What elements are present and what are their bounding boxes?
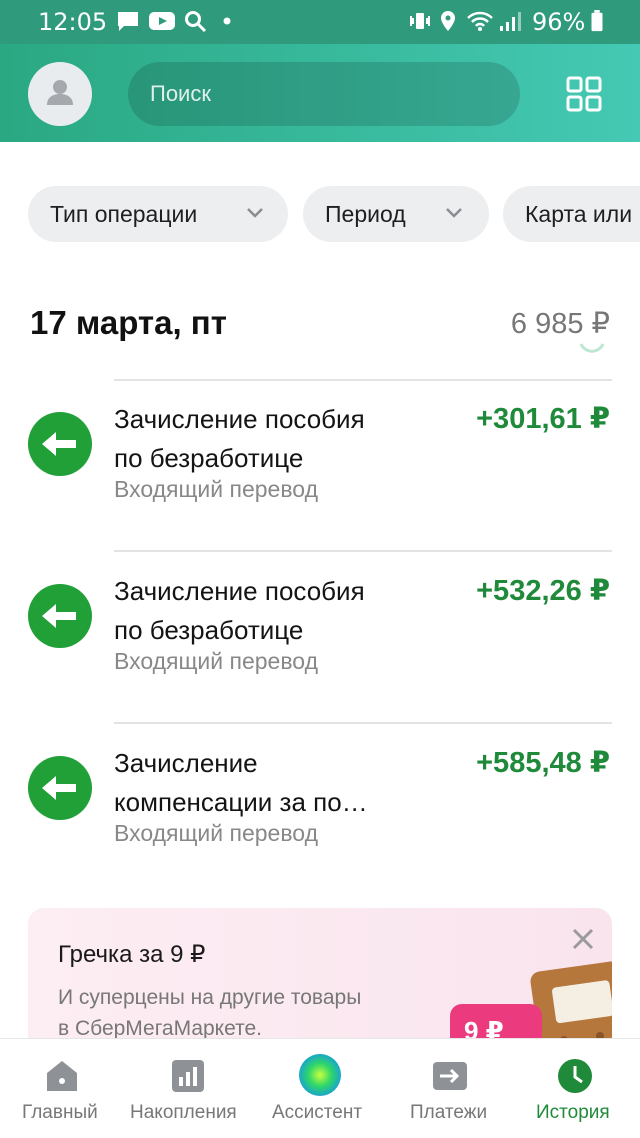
youtube-icon [149, 12, 175, 30]
transaction-row[interactable]: Зачисление пособия по безработице Входящ… [0, 575, 640, 734]
battery-icon [591, 10, 603, 32]
day-date: 17 марта, пт [30, 304, 227, 341]
filter-label: Карта или [525, 201, 633, 227]
transaction-amount: +301,61 ₽ [476, 403, 610, 435]
history-clock-icon [558, 1059, 592, 1093]
promo-text-line: И суперцены на другие товары [58, 986, 362, 1009]
assistant-orb-icon [299, 1054, 341, 1096]
promo-title: Гречка за 9 ₽ [58, 941, 206, 968]
tab-payments[interactable]: Платежи [388, 1039, 514, 1138]
signal-icon [500, 12, 521, 31]
transaction-title-line: Зачисление [114, 748, 258, 778]
search-status-icon [185, 11, 207, 32]
tab-home[interactable]: Главный [0, 1039, 124, 1138]
filter-card[interactable]: Карта или [503, 186, 640, 242]
day-total: 6 985 ₽ [510, 308, 610, 340]
message-icon [118, 12, 138, 31]
promo-banner[interactable]: Гречка за 9 ₽ И суперцены на другие това… [28, 908, 612, 1058]
transaction-type: Входящий перевод [114, 820, 318, 846]
transaction-title-line: Зачисление пособия [114, 404, 365, 434]
app-header: Поиск [0, 44, 640, 142]
transaction-type: Входящий перевод [114, 648, 318, 674]
user-icon [47, 80, 73, 105]
transaction-amount: +585,48 ₽ [476, 747, 610, 779]
home-icon [47, 1061, 77, 1091]
divider [114, 550, 612, 552]
search-placeholder: Поиск [150, 81, 211, 106]
transaction-title: Зачисление пособия по безработице [114, 572, 434, 650]
wifi-icon [467, 11, 493, 31]
promo-text: И суперцены на другие товары в СберМегаМ… [58, 982, 438, 1044]
loading-spinner-icon [579, 343, 605, 353]
tab-savings[interactable]: Накопления [124, 1039, 252, 1138]
location-icon [441, 11, 455, 31]
tab-label: Платежи [410, 1102, 488, 1123]
status-time: 12:05 [38, 8, 108, 36]
transaction-row[interactable]: Зачисление пособия по безработице Входящ… [0, 403, 640, 562]
payments-arrow-icon [433, 1062, 467, 1090]
filter-operation-type[interactable]: Тип операции [28, 186, 288, 242]
tab-label: Накопления [130, 1102, 237, 1123]
avatar[interactable] [28, 62, 92, 126]
transaction-amount: +532,26 ₽ [476, 575, 610, 607]
tab-history[interactable]: История [514, 1039, 640, 1138]
dot-icon [223, 17, 231, 25]
tab-label: Главный [22, 1102, 98, 1123]
transaction-type: Входящий перевод [114, 476, 318, 502]
tab-assistant[interactable]: Ассистент [252, 1039, 388, 1138]
apps-grid-icon[interactable] [566, 76, 602, 112]
close-icon[interactable] [568, 924, 598, 954]
incoming-transfer-icon [28, 412, 92, 476]
tab-label: Ассистент [272, 1102, 363, 1123]
transaction-title-line: Зачисление пособия [114, 576, 365, 606]
transaction-title-line: по безработице [114, 615, 304, 645]
divider [114, 722, 612, 724]
savings-chart-icon [172, 1060, 204, 1092]
transaction-title-line: по безработице [114, 443, 304, 473]
incoming-transfer-icon [28, 756, 92, 820]
filter-period[interactable]: Период [303, 186, 489, 242]
chevron-down-icon [247, 208, 263, 218]
battery-percent: 96% [532, 8, 586, 36]
filter-chips: Тип операции Период Карта или [0, 142, 640, 252]
tab-label: История [536, 1102, 610, 1123]
incoming-transfer-icon [28, 584, 92, 648]
vibrate-icon [410, 13, 430, 29]
bottom-tab-bar: Главный Накопления Ассистент Платежи Ист… [0, 1038, 640, 1138]
transaction-row[interactable]: Зачисление компенсации за по… Входящий п… [0, 747, 640, 906]
transaction-title: Зачисление компенсации за по… [114, 744, 434, 822]
filter-label: Период [325, 201, 406, 227]
transaction-title: Зачисление пособия по безработице [114, 400, 434, 478]
divider [114, 379, 612, 381]
filter-label: Тип операции [50, 201, 198, 227]
status-bar: 12:05 96% [0, 0, 640, 44]
search-input[interactable]: Поиск [128, 62, 520, 126]
chevron-down-icon [446, 208, 462, 218]
transaction-title-line: компенсации за по… [114, 787, 368, 817]
